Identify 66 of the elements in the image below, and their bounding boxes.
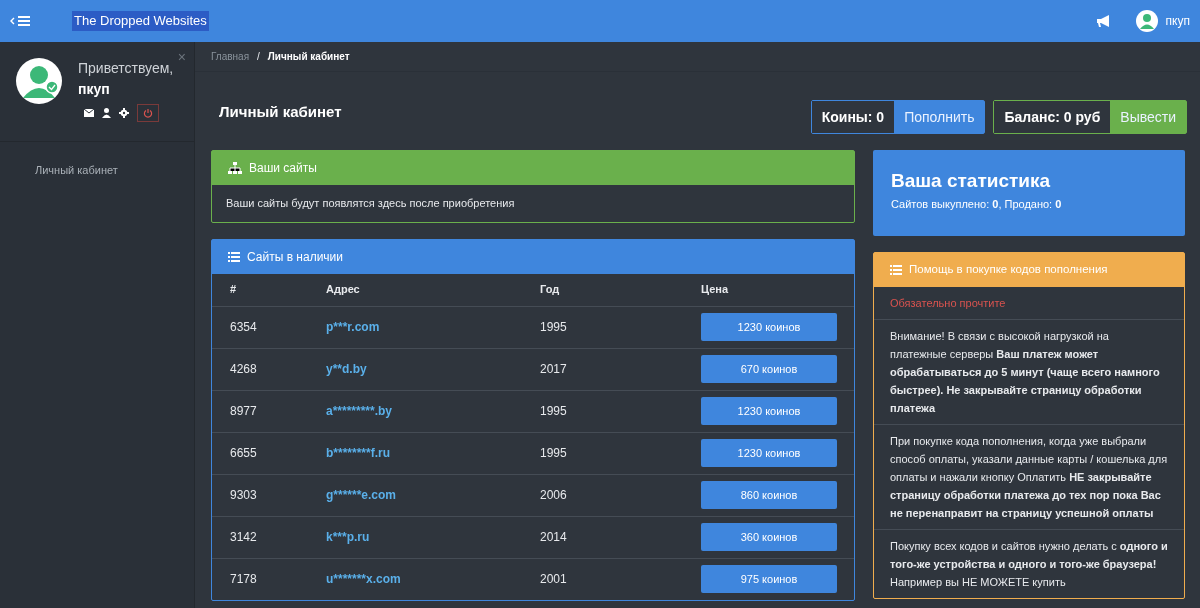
list-icon [890,265,902,275]
table-cell-text: 2001 [540,571,568,588]
site-link[interactable]: a*********.by [326,402,540,420]
table-cell-text: 8977 [230,403,258,420]
help-paragraph: Внимание! В связи с высокой нагрузкой на платежные серверы Ваш платеж может обрабатываться до 5 минут (чаще всего намного быстрее). Не закрывайте страницу обработки платежа [874,319,1184,424]
table-cell-text: 1995 [540,403,568,420]
price-button[interactable]: 670 коинов [701,355,837,383]
stats-title: Ваша статистика [891,170,1052,192]
help-paragraph: Покупку всех кодов и сайтов нужно делать с одного и того-же устройства и одного и того-же браузера! Например вы НЕ МОЖЕТЕ купить [874,529,1184,598]
price-button[interactable]: 860 коинов [701,481,837,509]
list-icon [228,251,240,262]
column-header: Адрес [326,282,361,298]
table-cell-text: 9303 [230,487,258,504]
brand-title[interactable]: The Dropped Websites [72,11,209,31]
user-name[interactable]: пкуп [1165,12,1190,30]
panel-title: Ваши сайты [249,160,317,177]
panel-title: Помощь в покупке кодов пополнения [909,262,1108,278]
table-cell-text: 3142 [230,529,258,546]
greeting-text: Приветствуем, [78,59,174,78]
notice-text: Обязательно прочтите [889,296,1007,311]
wallet-action-button[interactable]: Пополнить [894,101,985,133]
empty-message: Ваши сайты будут появлятся здесь после приобретения [225,196,516,211]
table-cell-text: 2017 [540,361,568,378]
price-button[interactable]: 360 коинов [701,523,837,551]
site-link[interactable]: y**d.by [326,360,540,378]
price-button[interactable]: 975 коинов [701,565,837,593]
site-link[interactable]: p***r.com [326,318,540,336]
sitemap-icon [228,162,242,174]
table-cell-text: 6354 [230,319,258,336]
panel-title: Сайты в наличии [247,248,343,266]
power-button[interactable] [137,104,159,122]
site-link[interactable]: k***p.ru [326,528,540,546]
table-cell-text: 2006 [540,487,568,504]
table-cell-text: 1995 [540,319,568,336]
user-icon[interactable] [102,108,111,118]
sidebar-item[interactable]: Личный кабинет [0,158,194,183]
user-name: пкуп [78,80,110,99]
price-button[interactable]: 1230 коинов [701,313,837,341]
site-link[interactable]: u*******x.com [326,570,540,588]
menu-icon[interactable] [10,15,32,27]
stats-text: Сайтов выкуплено: 0, Продано: 0 [891,197,1063,212]
user-avatar[interactable] [1135,10,1158,32]
page-title: Личный кабинет [219,102,342,122]
column-header: Цена [701,282,730,298]
site-link[interactable]: g******e.com [326,486,540,504]
price-button[interactable]: 1230 коинов [701,397,837,425]
price-button[interactable]: 1230 коинов [701,439,837,467]
table-cell-text: 1995 [540,445,568,462]
settings-icon[interactable] [119,108,129,118]
table-cell-text: 7178 [230,571,258,588]
wallet-action-button[interactable]: Вывести [1110,101,1186,133]
mail-icon[interactable] [84,109,94,117]
site-link[interactable]: b********f.ru [326,444,540,462]
help-paragraph: При покупке кода пополнения, когда уже выбрали способ оплаты, указали данные карты / кошелька для оплаты и нажали кнопку Оплатить НЕ закрывайте страницу обработки платежа до тех пор пока Вас не перенаправит на страницу успешной оплаты [874,424,1184,529]
close-button[interactable]: × [177,50,186,64]
table-cell-text: 6655 [230,445,258,462]
breadcrumb-separator: / [257,50,260,64]
user-avatar [16,58,62,104]
column-header: # [230,282,238,298]
breadcrumb-current: Личный кабинет [267,50,350,64]
breadcrumb-link[interactable]: Главная [211,49,250,64]
megaphone-icon[interactable] [1095,14,1112,28]
column-header: Год [540,282,561,298]
table-cell-text: 2014 [540,529,568,546]
table-cell-text: 4268 [230,361,258,378]
power-icon [143,108,153,118]
